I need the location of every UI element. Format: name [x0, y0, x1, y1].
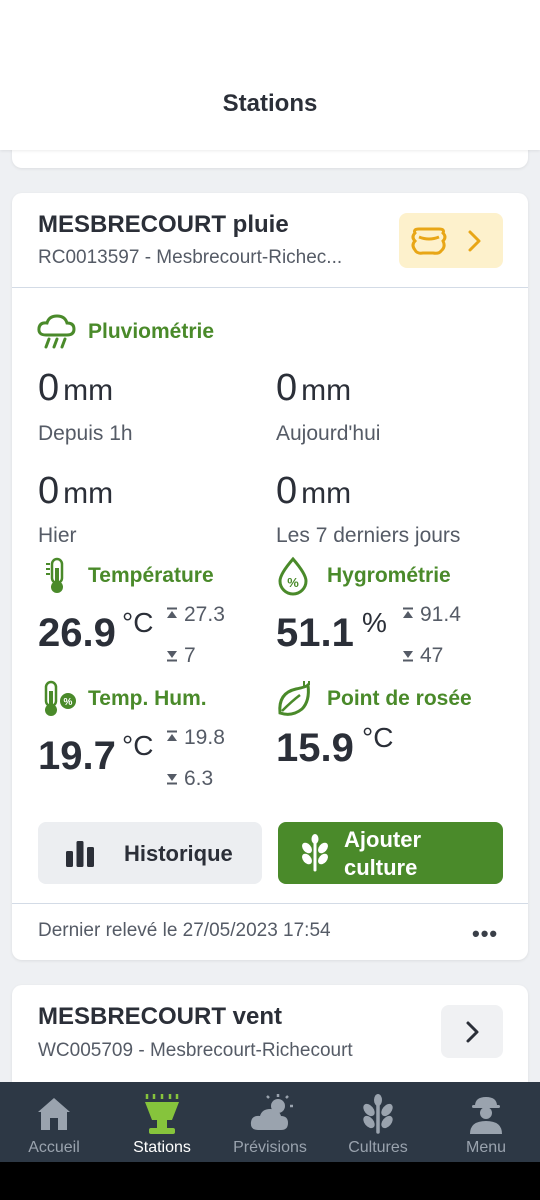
add-crop-button[interactable]: Ajouter culture — [278, 822, 503, 884]
nav-label: Prévisions — [233, 1139, 307, 1156]
hygrometry-title: Hygrométrie — [327, 564, 451, 587]
pluvio-7days-value: 0 mm — [276, 470, 352, 512]
humidity-drop-icon: % — [278, 556, 308, 596]
max-arrow-icon — [403, 607, 413, 618]
pluvio-today-label: Aujourd'hui — [276, 422, 381, 445]
max-arrow-icon — [167, 607, 177, 618]
station-name[interactable]: MESBRECOURT pluie — [38, 211, 289, 239]
bar-chart-icon — [66, 841, 94, 867]
station-detail-button[interactable] — [441, 1005, 503, 1058]
hygrometry-min: 47 — [420, 644, 444, 667]
thermometer-humidity-icon: % — [44, 680, 76, 716]
page-title: Stations — [222, 90, 318, 117]
pluvio-today-value: 0 mm — [276, 367, 352, 409]
dew-point-unit: °C — [362, 722, 394, 753]
system-navigation-bar — [0, 1162, 540, 1200]
pluvio-yesterday-value: 0 mm — [38, 470, 114, 512]
svg-text:%: % — [64, 697, 73, 708]
dew-point-icon — [278, 681, 310, 716]
hygrometry-unit: % — [362, 607, 387, 638]
min-arrow-icon — [403, 651, 413, 662]
nav-label: Menu — [465, 1139, 507, 1156]
pluviometry-title: Pluviométrie — [88, 320, 215, 343]
pluvio-1h-value: 0 mm — [38, 367, 114, 409]
station-card: MESBRECOURT pluie RC0013597 - Mesbrecour… — [12, 193, 528, 960]
hygrometry-max: 91.4 — [420, 603, 461, 626]
temperature-value: 26.9 — [38, 611, 116, 655]
temp-hum-max: 19.8 — [184, 726, 225, 749]
crop-icon — [363, 1094, 393, 1134]
temp-hum-value: 19.7 — [38, 734, 116, 778]
rain-cloud-icon — [37, 314, 76, 349]
thermometer-icon — [46, 557, 64, 593]
pluvio-yesterday-label: Hier — [38, 524, 77, 547]
nav-item-cultures[interactable]: Cultures — [324, 1082, 432, 1162]
dew-point-value: 15.9 — [276, 726, 354, 770]
temperature-max: 27.3 — [184, 603, 225, 626]
top-bar: Stations — [0, 0, 540, 150]
user-icon — [470, 1097, 502, 1134]
bottom-navigation: Accueil Stations Prévisions Cultures Men… — [0, 1082, 540, 1162]
nav-label: Accueil — [28, 1139, 80, 1156]
temperature-min: 7 — [184, 644, 196, 667]
max-arrow-icon — [167, 730, 177, 741]
weather-icon — [250, 1094, 293, 1130]
sensor-detail-button[interactable] — [399, 213, 503, 268]
chevron-right-icon — [466, 1021, 479, 1043]
chevron-right-icon — [468, 230, 481, 252]
nav-item-accueil[interactable]: Accueil — [0, 1082, 108, 1162]
dew-point-title: Point de rosée — [327, 687, 472, 710]
min-arrow-icon — [167, 774, 177, 785]
nav-item-previsions[interactable]: Prévisions — [216, 1082, 324, 1162]
more-options-icon[interactable]: ••• — [472, 921, 498, 947]
home-icon — [38, 1098, 70, 1130]
pluvio-1h-label: Depuis 1h — [38, 422, 133, 445]
svg-text:%: % — [287, 575, 299, 590]
nav-item-stations[interactable]: Stations — [108, 1082, 216, 1162]
add-crop-button-label: Ajouter culture — [344, 827, 421, 880]
history-button-label: Historique — [124, 841, 233, 866]
temp-hum-title: Temp. Hum. — [88, 687, 207, 710]
rain-gauge-icon — [411, 227, 447, 255]
wheat-icon — [302, 834, 328, 872]
station-name[interactable]: MESBRECOURT vent — [38, 1003, 282, 1031]
last-reading-text: Dernier relevé le 27/05/2023 17:54 — [38, 920, 331, 941]
station-subtitle: RC0013597 - Mesbrecourt-Richec... — [38, 247, 343, 268]
temp-hum-min: 6.3 — [184, 767, 214, 790]
hygrometry-value: 51.1 — [276, 611, 354, 655]
divider — [12, 903, 528, 904]
station-subtitle: WC005709 - Mesbrecourt-Richecourt — [38, 1040, 353, 1061]
station-icon — [145, 1094, 179, 1134]
nav-label: Cultures — [348, 1139, 408, 1156]
pluvio-7days-label: Les 7 derniers jours — [276, 524, 461, 547]
temperature-title: Température — [88, 564, 214, 587]
nav-item-menu[interactable]: Menu — [432, 1082, 540, 1162]
divider — [12, 287, 528, 288]
temperature-unit: °C — [122, 607, 154, 638]
history-button[interactable]: Historique — [38, 822, 262, 884]
nav-label: Stations — [133, 1139, 191, 1156]
temp-hum-unit: °C — [122, 730, 154, 761]
min-arrow-icon — [167, 651, 177, 662]
